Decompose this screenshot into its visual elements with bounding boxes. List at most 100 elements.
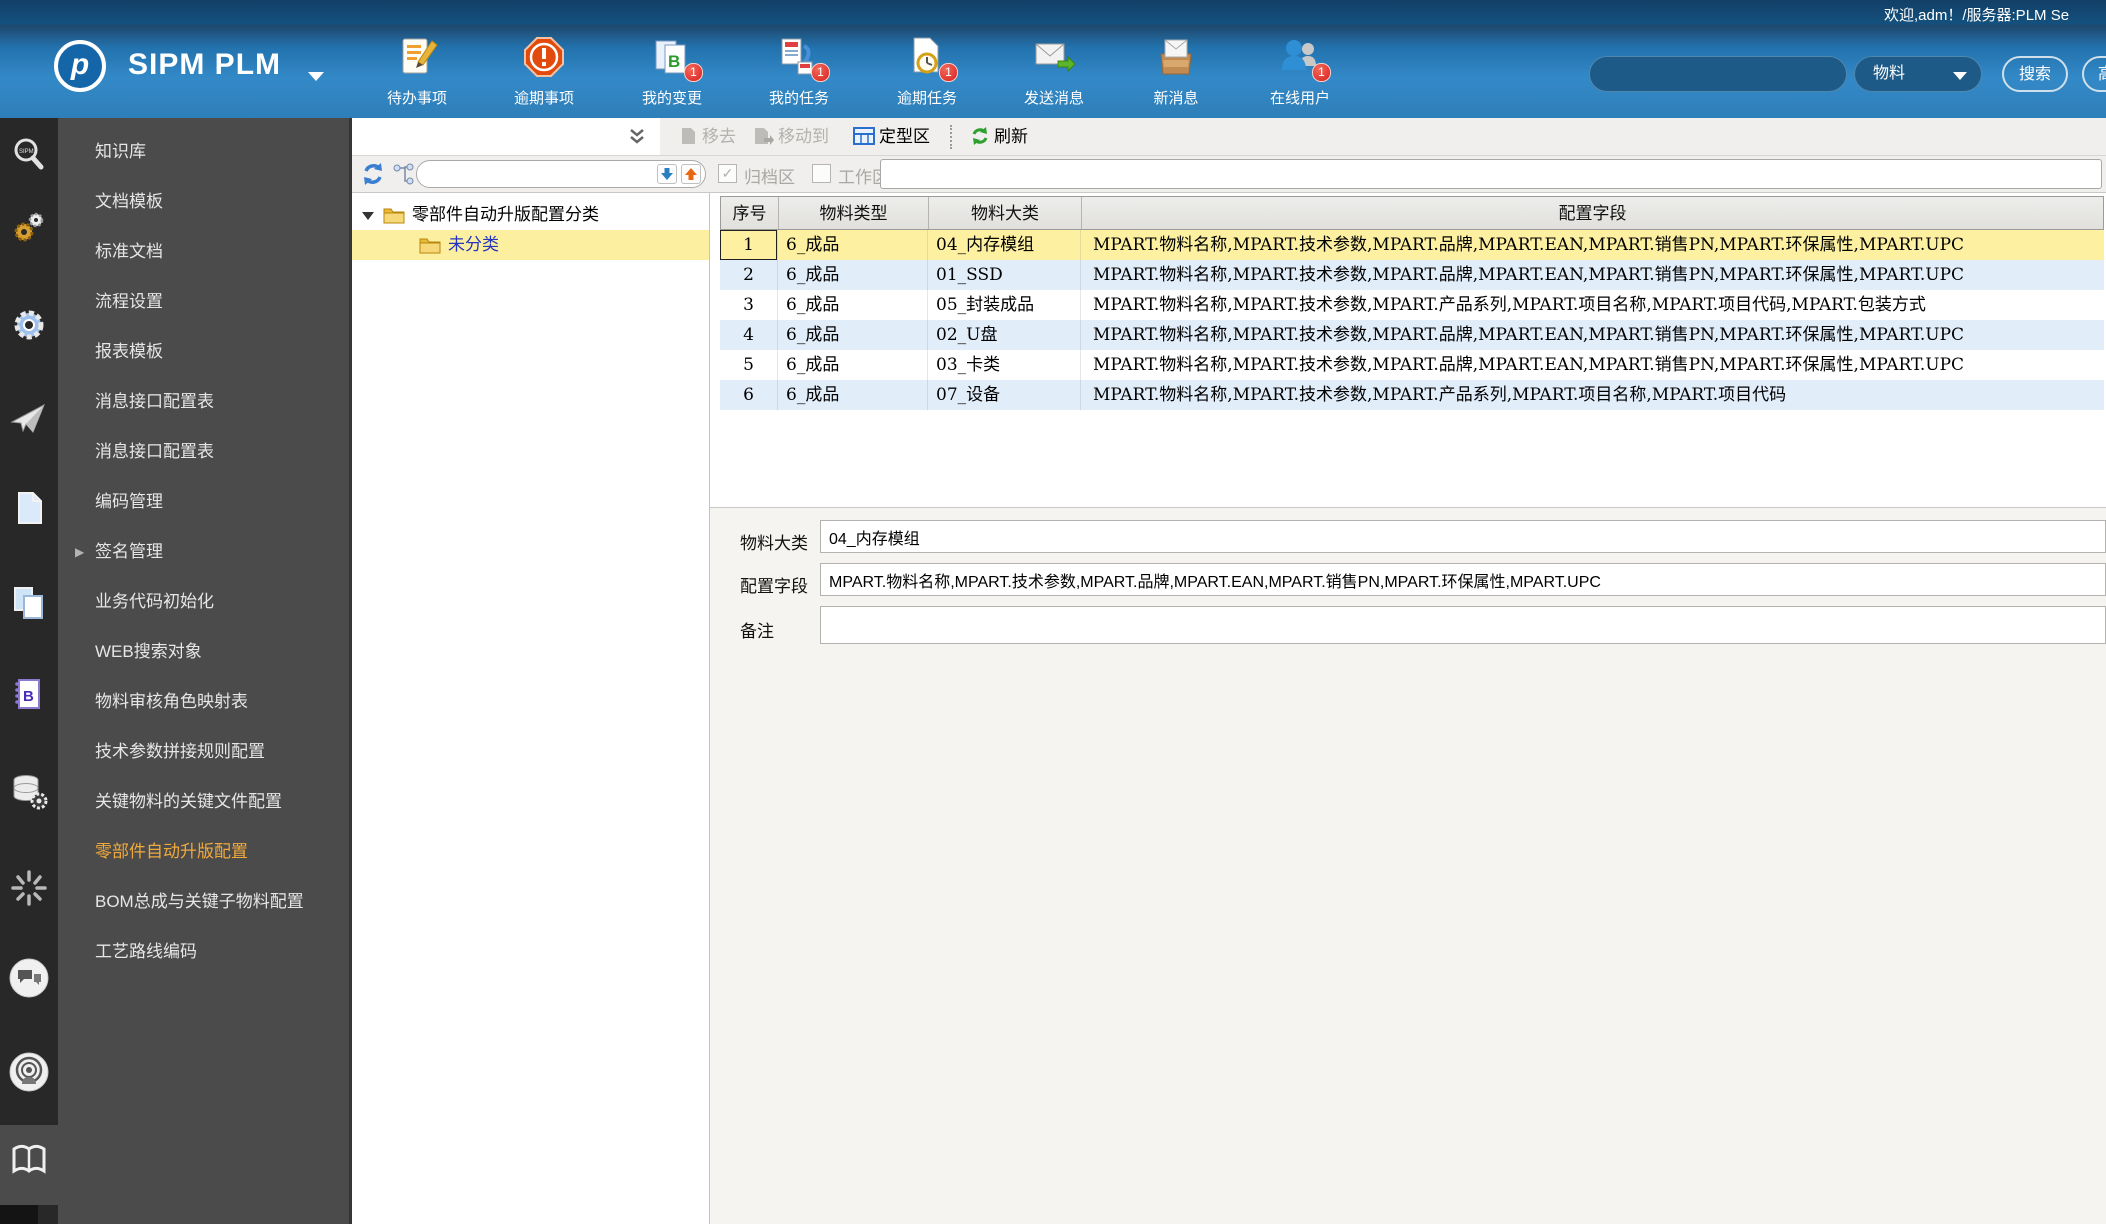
cell-material-type[interactable]: 6_成品 [778, 290, 928, 320]
cell-material-category[interactable]: 07_设备 [928, 380, 1081, 410]
sidebar-item-web-search-object[interactable]: WEB搜索对象 [58, 627, 349, 677]
search-button[interactable]: 搜索 [2002, 56, 2068, 92]
sidebar-item-bom-key-submaterial-config[interactable]: BOM总成与关键子物料配置 [58, 877, 349, 927]
send-plane-icon[interactable] [0, 400, 58, 444]
cell-config-fields[interactable]: MPART.物料名称,MPART.技术参数,MPART.产品系列,MPART.项… [1081, 290, 2104, 320]
fixed-zone-button[interactable]: 定型区 [853, 118, 930, 155]
column-header-material-type[interactable]: 物料类型 [779, 197, 929, 229]
advanced-search-button[interactable]: 高 [2082, 56, 2106, 92]
tree-expand-caret-icon[interactable] [362, 212, 374, 220]
overdue-items-button[interactable]: 逾期事项 [489, 34, 599, 108]
sidebar-item-coding-management[interactable]: 编码管理 [58, 477, 349, 527]
knowledge-book-icon[interactable] [0, 1140, 58, 1184]
list-filter-input[interactable] [880, 159, 2102, 189]
cell-seq[interactable]: 3 [720, 290, 778, 320]
table-row[interactable]: 2 6_成品 01_SSD MPART.物料名称,MPART.技术参数,MPAR… [720, 260, 2104, 290]
work-zone-checkbox[interactable] [812, 164, 831, 183]
cell-material-type[interactable]: 6_成品 [778, 320, 928, 350]
document-icon[interactable] [0, 488, 58, 532]
settings-gears-icon[interactable] [0, 208, 58, 252]
sidebar-item-tech-param-rule[interactable]: 技术参数拼接规则配置 [58, 727, 349, 777]
system-gear-icon[interactable] [0, 305, 58, 349]
sidebar-item-signature-management[interactable]: ▶ 签名管理 [58, 527, 349, 577]
cell-material-type[interactable]: 6_成品 [778, 380, 928, 410]
cell-material-category[interactable]: 02_U盘 [928, 320, 1081, 350]
search-up-button[interactable] [681, 164, 701, 184]
cell-material-type[interactable]: 6_成品 [778, 230, 928, 260]
cell-config-fields[interactable]: MPART.物料名称,MPART.技术参数,MPART.产品系列,MPART.项… [1081, 380, 2104, 410]
filter-toolbar: ✓ 归档区 工作区 [352, 156, 2106, 193]
search-category-dropdown[interactable]: 物料 [1854, 56, 1982, 92]
cell-seq[interactable]: 6 [720, 380, 778, 410]
cell-config-fields[interactable]: MPART.物料名称,MPART.技术参数,MPART.品牌,MPART.EAN… [1081, 260, 2104, 290]
form-category-field[interactable] [820, 520, 2106, 553]
collapse-panel-dropdown[interactable] [352, 118, 660, 155]
column-header-seq[interactable]: 序号 [721, 197, 779, 229]
expand-arrow-icon[interactable]: ▶ [75, 527, 84, 577]
cell-seq[interactable]: 5 [720, 350, 778, 380]
column-header-material-category[interactable]: 物料大类 [929, 197, 1082, 229]
cell-material-category[interactable]: 03_卡类 [928, 350, 1081, 380]
cell-material-category[interactable]: 05_封装成品 [928, 290, 1081, 320]
new-message-button[interactable]: 新消息 [1121, 34, 1231, 108]
tree-root-node[interactable]: 零部件自动升版配置分类 [352, 200, 709, 230]
tree-search-input[interactable] [427, 163, 641, 187]
sidebar-menu: 知识库 文档模板 标准文档 流程设置 报表模板 消息接口配置表 消息接口配置表 … [58, 118, 352, 1224]
database-gear-icon[interactable] [0, 771, 58, 815]
todo-items-button[interactable]: 待办事项 [362, 34, 472, 108]
cell-seq[interactable]: 2 [720, 260, 778, 290]
sidebar-item-process-settings[interactable]: 流程设置 [58, 277, 349, 327]
table-row[interactable]: 4 6_成品 02_U盘 MPART.物料名称,MPART.技术参数,MPART… [720, 320, 2104, 350]
cell-seq[interactable]: 4 [720, 320, 778, 350]
overdue-stop-icon [521, 37, 567, 84]
column-header-config-fields[interactable]: 配置字段 [1082, 197, 2103, 229]
copy-pages-icon[interactable] [0, 583, 58, 627]
bom-document-icon[interactable]: B [0, 675, 58, 719]
refresh-button[interactable]: 刷新 [970, 118, 1028, 155]
sidebar-item-report-template[interactable]: 报表模板 [58, 327, 349, 377]
sidebar-item-doc-template[interactable]: 文档模板 [58, 177, 349, 227]
cell-material-type[interactable]: 6_成品 [778, 260, 928, 290]
tree-node-unclassified[interactable]: 未分类 [352, 230, 709, 260]
table-row[interactable]: 1 6_成品 04_内存模组 MPART.物料名称,MPART.技术参数,MPA… [720, 230, 2104, 260]
archive-zone-checkbox[interactable]: ✓ [718, 164, 737, 183]
online-users-button[interactable]: 1 在线用户 [1245, 34, 1355, 108]
sidebar-item-process-route-coding[interactable]: 工艺路线编码 [58, 927, 349, 977]
tree-refresh-icon[interactable] [360, 161, 386, 192]
sipm-search-icon[interactable]: SIPM [0, 135, 58, 179]
send-message-button[interactable]: 发送消息 [999, 34, 1109, 108]
tree-structure-icon[interactable] [392, 163, 416, 192]
my-tasks-button[interactable]: 1 我的任务 [744, 34, 854, 108]
sidebar-item-knowledge-base[interactable]: 知识库 [58, 127, 349, 177]
my-changes-button[interactable]: B 1 我的变更 [617, 34, 727, 108]
sidebar-item-standard-doc[interactable]: 标准文档 [58, 227, 349, 277]
cell-seq[interactable]: 1 [720, 230, 778, 260]
cell-config-fields[interactable]: MPART.物料名称,MPART.技术参数,MPART.品牌,MPART.EAN… [1081, 230, 2104, 260]
global-search-input[interactable] [1589, 56, 1847, 92]
app-menu-caret-icon[interactable] [308, 72, 324, 81]
sidebar-item-part-auto-upgrade-config[interactable]: 零部件自动升版配置 [58, 827, 349, 877]
overdue-tasks-button[interactable]: 1 逾期任务 [872, 34, 982, 108]
chat-bubbles-icon[interactable] [0, 956, 58, 1000]
broadcast-icon[interactable] [0, 1050, 58, 1094]
cell-material-category[interactable]: 04_内存模组 [928, 230, 1081, 260]
form-remark-field[interactable] [820, 606, 2106, 644]
sidebar-item-material-audit-role-map[interactable]: 物料审核角色映射表 [58, 677, 349, 727]
sidebar-item-message-interface-2[interactable]: 消息接口配置表 [58, 427, 349, 477]
table-row[interactable]: 6 6_成品 07_设备 MPART.物料名称,MPART.技术参数,MPART… [720, 380, 2104, 410]
loading-spinner-icon[interactable] [0, 868, 58, 912]
table-row[interactable]: 5 6_成品 03_卡类 MPART.物料名称,MPART.技术参数,MPART… [720, 350, 2104, 380]
sidebar-item-business-code-init[interactable]: 业务代码初始化 [58, 577, 349, 627]
move-to-button[interactable]: 移动到 [752, 118, 829, 155]
cell-material-category[interactable]: 01_SSD [928, 260, 1081, 290]
remove-button[interactable]: 移去 [678, 118, 736, 155]
archive-zone-label: 归档区 [744, 168, 795, 188]
sidebar-item-key-material-file-config[interactable]: 关键物料的关键文件配置 [58, 777, 349, 827]
search-down-button[interactable] [657, 164, 677, 184]
table-row[interactable]: 3 6_成品 05_封装成品 MPART.物料名称,MPART.技术参数,MPA… [720, 290, 2104, 320]
cell-config-fields[interactable]: MPART.物料名称,MPART.技术参数,MPART.品牌,MPART.EAN… [1081, 320, 2104, 350]
form-fields-field[interactable] [820, 563, 2106, 596]
sidebar-item-message-interface-1[interactable]: 消息接口配置表 [58, 377, 349, 427]
cell-config-fields[interactable]: MPART.物料名称,MPART.技术参数,MPART.品牌,MPART.EAN… [1081, 350, 2104, 380]
cell-material-type[interactable]: 6_成品 [778, 350, 928, 380]
